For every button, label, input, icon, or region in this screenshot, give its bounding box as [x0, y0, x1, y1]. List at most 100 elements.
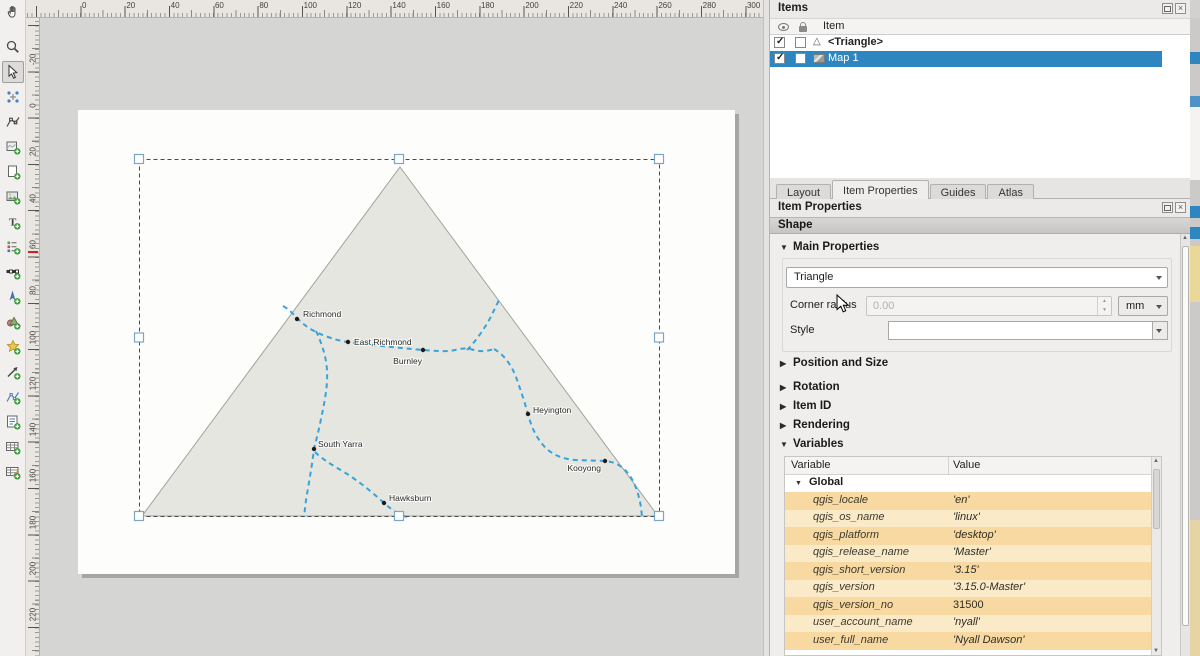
- corner-radius-spinbox[interactable]: 0.00 ▲▼: [866, 296, 1112, 316]
- selection-handle[interactable]: [395, 512, 404, 521]
- visibility-column-eye-icon: [778, 23, 789, 31]
- add-label-tool-button[interactable]: T: [2, 211, 24, 233]
- variable-row[interactable]: qgis_version_no31500: [785, 597, 1151, 615]
- chevron-down-icon: [1156, 305, 1162, 309]
- items-panel-close-icon[interactable]: ×: [1175, 3, 1186, 14]
- variable-row[interactable]: qgis_locale'en': [785, 492, 1151, 510]
- add-shape-tool-button[interactable]: [2, 311, 24, 333]
- cropped-panel-fragment: [1190, 206, 1200, 218]
- move-item-content-tool-button[interactable]: [2, 86, 24, 108]
- section-toggle-rotation[interactable]: ▶Rotation: [780, 381, 840, 393]
- variables-table[interactable]: Variable Value ▼ Global qgis_locale'en'q…: [784, 456, 1162, 656]
- station-point: [346, 340, 350, 344]
- zoom-icon: [5, 39, 21, 55]
- style-preview-button[interactable]: [888, 321, 1153, 340]
- select-items-tool-button[interactable]: [2, 61, 24, 83]
- selection-handle[interactable]: [655, 512, 664, 521]
- add-map-tool-button[interactable]: [2, 136, 24, 158]
- pan-tool-button[interactable]: [2, 1, 24, 23]
- variable-row[interactable]: qgis_release_name'Master': [785, 545, 1151, 563]
- cropped-panel-fragment: [1190, 107, 1200, 180]
- variables-table-header: Variable Value: [785, 457, 1161, 475]
- scrollbar-thumb[interactable]: [1153, 469, 1160, 529]
- section-toggle-position-and-size[interactable]: ▶Position and Size: [780, 357, 888, 369]
- visibility-checkbox[interactable]: [774, 37, 785, 48]
- chevron-down-icon: ▼: [780, 440, 793, 449]
- variable-row[interactable]: user_full_name'Nyall Dawson': [785, 632, 1151, 650]
- ruler-tick-label: 80: [29, 281, 38, 301]
- ruler-tick-label: 300: [747, 1, 760, 10]
- layout-canvas[interactable]: RichmondEast RichmondBurnleyHeyingtonSou…: [40, 18, 763, 656]
- triangle-icon: △: [813, 36, 821, 47]
- add-north-arrow-tool-button[interactable]: [2, 286, 24, 308]
- lock-checkbox[interactable]: [795, 37, 806, 48]
- tab-item-properties[interactable]: Item Properties: [832, 180, 929, 200]
- selection-handle[interactable]: [395, 155, 404, 164]
- zoom-tool-button[interactable]: [2, 36, 24, 58]
- add-html-tool-button[interactable]: [2, 411, 24, 433]
- ruler-tick-label: 120: [348, 1, 361, 10]
- items-row-2[interactable]: Map 1: [770, 51, 1162, 67]
- corner-radius-label: Corner radius: [790, 299, 857, 311]
- add-node-item-tool-button[interactable]: [2, 386, 24, 408]
- scroll-down-icon[interactable]: ▼: [1153, 648, 1159, 654]
- selection-handle[interactable]: [135, 512, 144, 521]
- variable-row[interactable]: qgis_os_name'linux': [785, 510, 1151, 528]
- scroll-up-icon[interactable]: ▲: [1182, 235, 1188, 241]
- add-legend-tool-button[interactable]: [2, 236, 24, 258]
- main-properties-section-toggle[interactable]: ▼Main Properties: [780, 241, 879, 253]
- ruler-tick-label: 200: [29, 559, 38, 579]
- style-dropdown-icon[interactable]: [1153, 321, 1168, 340]
- section-toggle-variables[interactable]: ▼Variables: [780, 438, 844, 450]
- add-fixed-table-icon: [5, 464, 21, 480]
- station-point: [526, 412, 530, 416]
- station-point: [382, 501, 386, 505]
- variable-name: qgis_locale: [813, 494, 868, 506]
- variables-scrollbar[interactable]: ▲ ▼: [1151, 457, 1161, 655]
- lock-checkbox[interactable]: [795, 53, 806, 64]
- layout-page-view[interactable]: RichmondEast RichmondBurnleyHeyingtonSou…: [40, 18, 763, 656]
- section-toggle-item-id[interactable]: ▶Item ID: [780, 400, 831, 412]
- selection-handle[interactable]: [655, 333, 664, 342]
- items-panel-float-icon[interactable]: [1162, 3, 1173, 14]
- selection-handle[interactable]: [135, 333, 144, 342]
- variable-value: 'desktop': [953, 529, 996, 541]
- visibility-checkbox[interactable]: [774, 53, 785, 64]
- selection-handle[interactable]: [655, 155, 664, 164]
- items-row-1[interactable]: △<Triangle>: [770, 35, 1162, 51]
- edit-nodes-tool-button[interactable]: [2, 111, 24, 133]
- variable-row[interactable]: user_account_name'nyall': [785, 615, 1151, 633]
- variable-row[interactable]: qgis_short_version'3.15': [785, 562, 1151, 580]
- lock-column-lock-icon: [799, 26, 807, 32]
- add-scalebar-tool-button[interactable]: [2, 261, 24, 283]
- variable-name: qgis_version_no: [813, 599, 893, 611]
- add-attribute-table-tool-button[interactable]: [2, 436, 24, 458]
- add-arrow-tool-button[interactable]: [2, 361, 24, 383]
- shape-type-dropdown[interactable]: Triangle: [786, 267, 1168, 288]
- add-marker-tool-button[interactable]: [2, 336, 24, 358]
- selection-handle[interactable]: [135, 155, 144, 164]
- cropped-panel-fragment: [1190, 520, 1200, 656]
- variable-row[interactable]: qgis_version'3.15.0-Master': [785, 580, 1151, 598]
- ruler-tick-label: -40: [29, 18, 38, 23]
- add-legend-icon: [5, 239, 21, 255]
- add-shape-icon: [5, 314, 21, 330]
- add-picture-tool-button[interactable]: [2, 186, 24, 208]
- item-properties-scrollbar[interactable]: ▲: [1180, 234, 1190, 656]
- item-properties-float-icon[interactable]: [1162, 202, 1173, 213]
- item-column-header: Item: [823, 20, 844, 32]
- dock-splitter[interactable]: [763, 0, 770, 656]
- scrollbar-thumb[interactable]: [1182, 246, 1189, 626]
- ruler-tick-label: 160: [437, 1, 450, 10]
- variables-group-row[interactable]: ▼ Global: [785, 475, 1151, 492]
- item-properties-close-icon[interactable]: ×: [1175, 202, 1186, 213]
- variable-row[interactable]: qgis_platform'desktop': [785, 527, 1151, 545]
- scroll-up-icon[interactable]: ▲: [1153, 458, 1159, 464]
- add-label-icon: T: [5, 214, 21, 230]
- items-panel-title: Items: [778, 2, 808, 14]
- add-page-tool-button[interactable]: [2, 161, 24, 183]
- corner-radius-unit-dropdown[interactable]: mm: [1118, 296, 1168, 316]
- add-fixed-table-tool-button[interactable]: [2, 461, 24, 483]
- spinner-arrows-icon[interactable]: ▲▼: [1097, 297, 1111, 315]
- section-toggle-rendering[interactable]: ▶Rendering: [780, 419, 850, 431]
